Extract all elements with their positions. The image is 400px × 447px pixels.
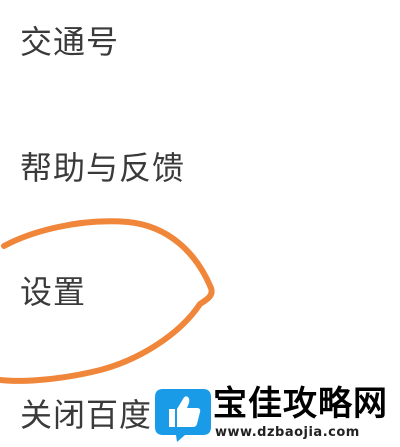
watermark-title: 宝佳攻略网 [213,384,388,424]
thumbs-up-icon [155,389,211,442]
menu-item-settings[interactable]: 设置 [20,272,86,312]
watermark-url: www.dzbaojia.com [215,425,360,440]
site-watermark: 宝佳攻略网 www.dzbaojia.com [155,384,400,447]
settings-menu: 交通号 帮助与反馈 设置 关闭百度 [0,0,400,447]
menu-item-traffic[interactable]: 交通号 [20,22,119,62]
menu-item-help-feedback[interactable]: 帮助与反馈 [20,148,185,188]
menu-item-close-baidu[interactable]: 关闭百度 [20,395,152,435]
